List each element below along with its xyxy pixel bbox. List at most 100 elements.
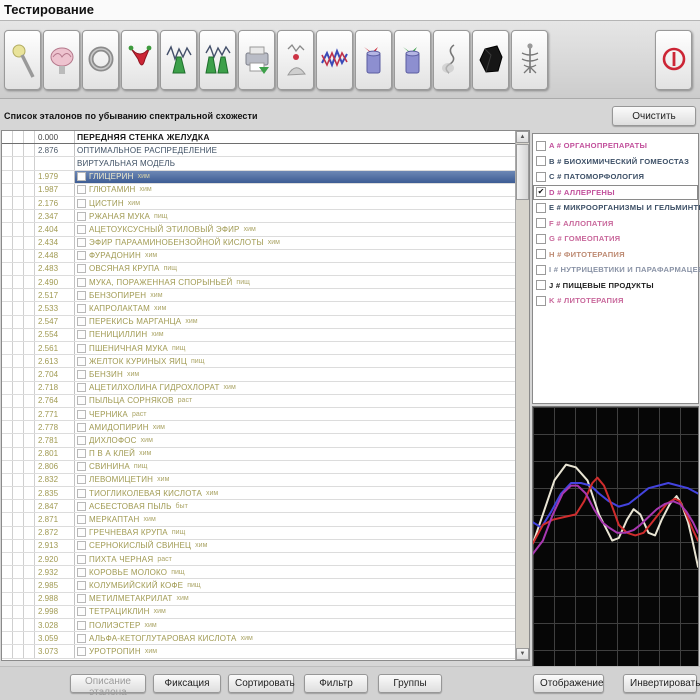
row-checkbox-cell[interactable] bbox=[2, 632, 13, 644]
category-item[interactable]: B # БИОХИМИЧЕСКИЙ ГОМЕОСТАЗ bbox=[533, 154, 698, 170]
row-marker-box[interactable] bbox=[77, 370, 86, 379]
etalon-name-cell[interactable]: ЭФИР ПАРААМИНОБЕНЗОЙНОЙ КИСЛОТЫхим bbox=[75, 237, 515, 249]
row-marker-box[interactable] bbox=[77, 396, 86, 405]
row-checkbox-cell[interactable] bbox=[13, 421, 24, 433]
etalon-name-cell[interactable]: ОВСЯНАЯ КРУПАпищ bbox=[75, 263, 515, 275]
row-marker-box[interactable] bbox=[77, 449, 86, 458]
row-checkbox-cell[interactable] bbox=[24, 302, 35, 314]
sketch-button[interactable] bbox=[433, 30, 470, 90]
row-marker-box[interactable] bbox=[77, 528, 86, 537]
row-checkbox-cell[interactable] bbox=[13, 210, 24, 222]
row-checkbox-cell[interactable] bbox=[13, 197, 24, 209]
row-checkbox-cell[interactable] bbox=[2, 566, 13, 578]
row-checkbox-cell[interactable] bbox=[2, 302, 13, 314]
row-checkbox-cell[interactable] bbox=[13, 606, 24, 618]
row-checkbox-cell[interactable] bbox=[13, 645, 24, 657]
row-checkbox-cell[interactable] bbox=[2, 434, 13, 446]
row-checkbox-cell[interactable] bbox=[2, 197, 13, 209]
row-checkbox-cell[interactable] bbox=[24, 408, 35, 420]
row-checkbox-cell[interactable] bbox=[13, 144, 24, 156]
row-checkbox-cell[interactable] bbox=[13, 302, 24, 314]
row-marker-box[interactable] bbox=[77, 185, 86, 194]
row-checkbox-cell[interactable] bbox=[24, 368, 35, 380]
spectrum-two-flasks-button[interactable] bbox=[199, 30, 236, 90]
row-checkbox-cell[interactable] bbox=[2, 540, 13, 552]
etalon-name-cell[interactable]: БЕНЗИНхим bbox=[75, 368, 515, 380]
row-checkbox-cell[interactable] bbox=[2, 223, 13, 235]
etalon-name-cell[interactable]: ПИХТА ЧЕРНАЯраст bbox=[75, 553, 515, 565]
etalon-name-cell[interactable]: ВИРТУАЛЬНАЯ МОДЕЛЬ bbox=[75, 157, 515, 169]
row-marker-box[interactable] bbox=[77, 410, 86, 419]
etalon-name-cell[interactable]: ГЛИЦЕРИНхим bbox=[75, 171, 515, 183]
row-checkbox-cell[interactable] bbox=[13, 237, 24, 249]
coil-ring-button[interactable] bbox=[82, 30, 119, 90]
row-checkbox-cell[interactable] bbox=[24, 382, 35, 394]
row-checkbox-cell[interactable] bbox=[24, 474, 35, 486]
etalon-name-cell[interactable]: ЦИСТИНхим bbox=[75, 197, 515, 209]
category-item[interactable]: C # ПАТОМОРФОЛОГИЯ bbox=[533, 169, 698, 185]
table-row[interactable]: 2.483ОВСЯНАЯ КРУПАпищ bbox=[2, 263, 515, 276]
row-checkbox-cell[interactable] bbox=[2, 250, 13, 262]
spectrum-flask-button[interactable] bbox=[160, 30, 197, 90]
footer-button-группы[interactable]: Группы bbox=[378, 674, 442, 693]
row-checkbox-cell[interactable] bbox=[24, 579, 35, 591]
etalon-name-cell[interactable]: ЧЕРНИКАраст bbox=[75, 408, 515, 420]
row-checkbox-cell[interactable] bbox=[2, 513, 13, 525]
table-row[interactable]: 2.920ПИХТА ЧЕРНАЯраст bbox=[2, 553, 515, 566]
row-marker-box[interactable] bbox=[77, 212, 86, 221]
row-checkbox-cell[interactable] bbox=[2, 263, 13, 275]
row-checkbox-cell[interactable] bbox=[13, 434, 24, 446]
table-row[interactable]: 2.533КАПРОЛАКТАМхим bbox=[2, 302, 515, 315]
etalon-name-cell[interactable]: МЕТИЛМЕТАКРИЛАТхим bbox=[75, 593, 515, 605]
table-row[interactable]: 2.771ЧЕРНИКАраст bbox=[2, 408, 515, 421]
row-checkbox-cell[interactable] bbox=[13, 382, 24, 394]
table-row[interactable]: 2.998ТЕТРАЦИКЛИНхим bbox=[2, 606, 515, 619]
row-checkbox-cell[interactable] bbox=[24, 197, 35, 209]
checkbox-icon[interactable] bbox=[536, 203, 546, 213]
row-checkbox-cell[interactable] bbox=[24, 632, 35, 644]
checkbox-icon[interactable] bbox=[536, 172, 546, 182]
row-checkbox-cell[interactable] bbox=[24, 434, 35, 446]
etalon-name-cell[interactable]: АМИДОПИРИНхим bbox=[75, 421, 515, 433]
row-marker-box[interactable] bbox=[77, 251, 86, 260]
row-checkbox-cell[interactable] bbox=[24, 171, 35, 183]
table-row[interactable]: 3.059АЛЬФА-КЕТОГЛУТАРОВАЯ КИСЛОТАхим bbox=[2, 632, 515, 645]
etalon-name-cell[interactable]: ЖЕЛТОК КУРИНЫХ ЯИЦпищ bbox=[75, 355, 515, 367]
row-checkbox-cell[interactable] bbox=[13, 368, 24, 380]
brain-button[interactable] bbox=[43, 30, 80, 90]
row-checkbox-cell[interactable] bbox=[24, 316, 35, 328]
category-item[interactable]: H # ФИТОТЕРАПИЯ bbox=[533, 247, 698, 263]
table-row[interactable]: 2.832ЛЕВОМИЦЕТИНхим bbox=[2, 474, 515, 487]
row-marker-box[interactable] bbox=[77, 317, 86, 326]
row-marker-box[interactable] bbox=[77, 634, 86, 643]
exit-button[interactable] bbox=[655, 30, 692, 90]
row-checkbox-cell[interactable] bbox=[2, 210, 13, 222]
table-row[interactable]: 2.781ДИХЛОФОСхим bbox=[2, 434, 515, 447]
wand-button[interactable] bbox=[4, 30, 41, 90]
row-checkbox-cell[interactable] bbox=[24, 606, 35, 618]
table-row[interactable]: 2.561ПШЕНИЧНАЯ МУКАпищ bbox=[2, 342, 515, 355]
row-checkbox-cell[interactable] bbox=[13, 342, 24, 354]
checkbox-icon[interactable] bbox=[536, 265, 546, 275]
table-row[interactable]: 2.704БЕНЗИНхим bbox=[2, 368, 515, 381]
row-checkbox-cell[interactable] bbox=[2, 276, 13, 288]
etalon-name-cell[interactable]: ПЕНИЦИЛЛИНхим bbox=[75, 329, 515, 341]
row-marker-box[interactable] bbox=[77, 264, 86, 273]
row-checkbox-cell[interactable] bbox=[13, 329, 24, 341]
table-row[interactable]: 2.801П В А КЛЕЙхим bbox=[2, 448, 515, 461]
category-item[interactable]: G # ГОМЕОПАТИЯ bbox=[533, 231, 698, 247]
category-item[interactable]: A # ОРГАНОПРЕПАРАТЫ bbox=[533, 138, 698, 154]
row-marker-box[interactable] bbox=[77, 291, 86, 300]
row-marker-box[interactable] bbox=[77, 555, 86, 564]
row-checkbox-cell[interactable] bbox=[2, 553, 13, 565]
row-checkbox-cell[interactable] bbox=[13, 619, 24, 631]
row-checkbox-cell[interactable] bbox=[13, 540, 24, 552]
organ-button[interactable] bbox=[121, 30, 158, 90]
row-checkbox-cell[interactable] bbox=[2, 448, 13, 460]
etalon-name-cell[interactable]: ФУРАДОНИНхим bbox=[75, 250, 515, 262]
row-checkbox-cell[interactable] bbox=[13, 553, 24, 565]
etalon-name-cell[interactable]: АЦЕТОУКСУСНЫЙ ЭТИЛОВЫЙ ЭФИРхим bbox=[75, 223, 515, 235]
row-marker-box[interactable] bbox=[77, 199, 86, 208]
row-checkbox-cell[interactable] bbox=[2, 157, 13, 169]
stone-button[interactable] bbox=[472, 30, 509, 90]
